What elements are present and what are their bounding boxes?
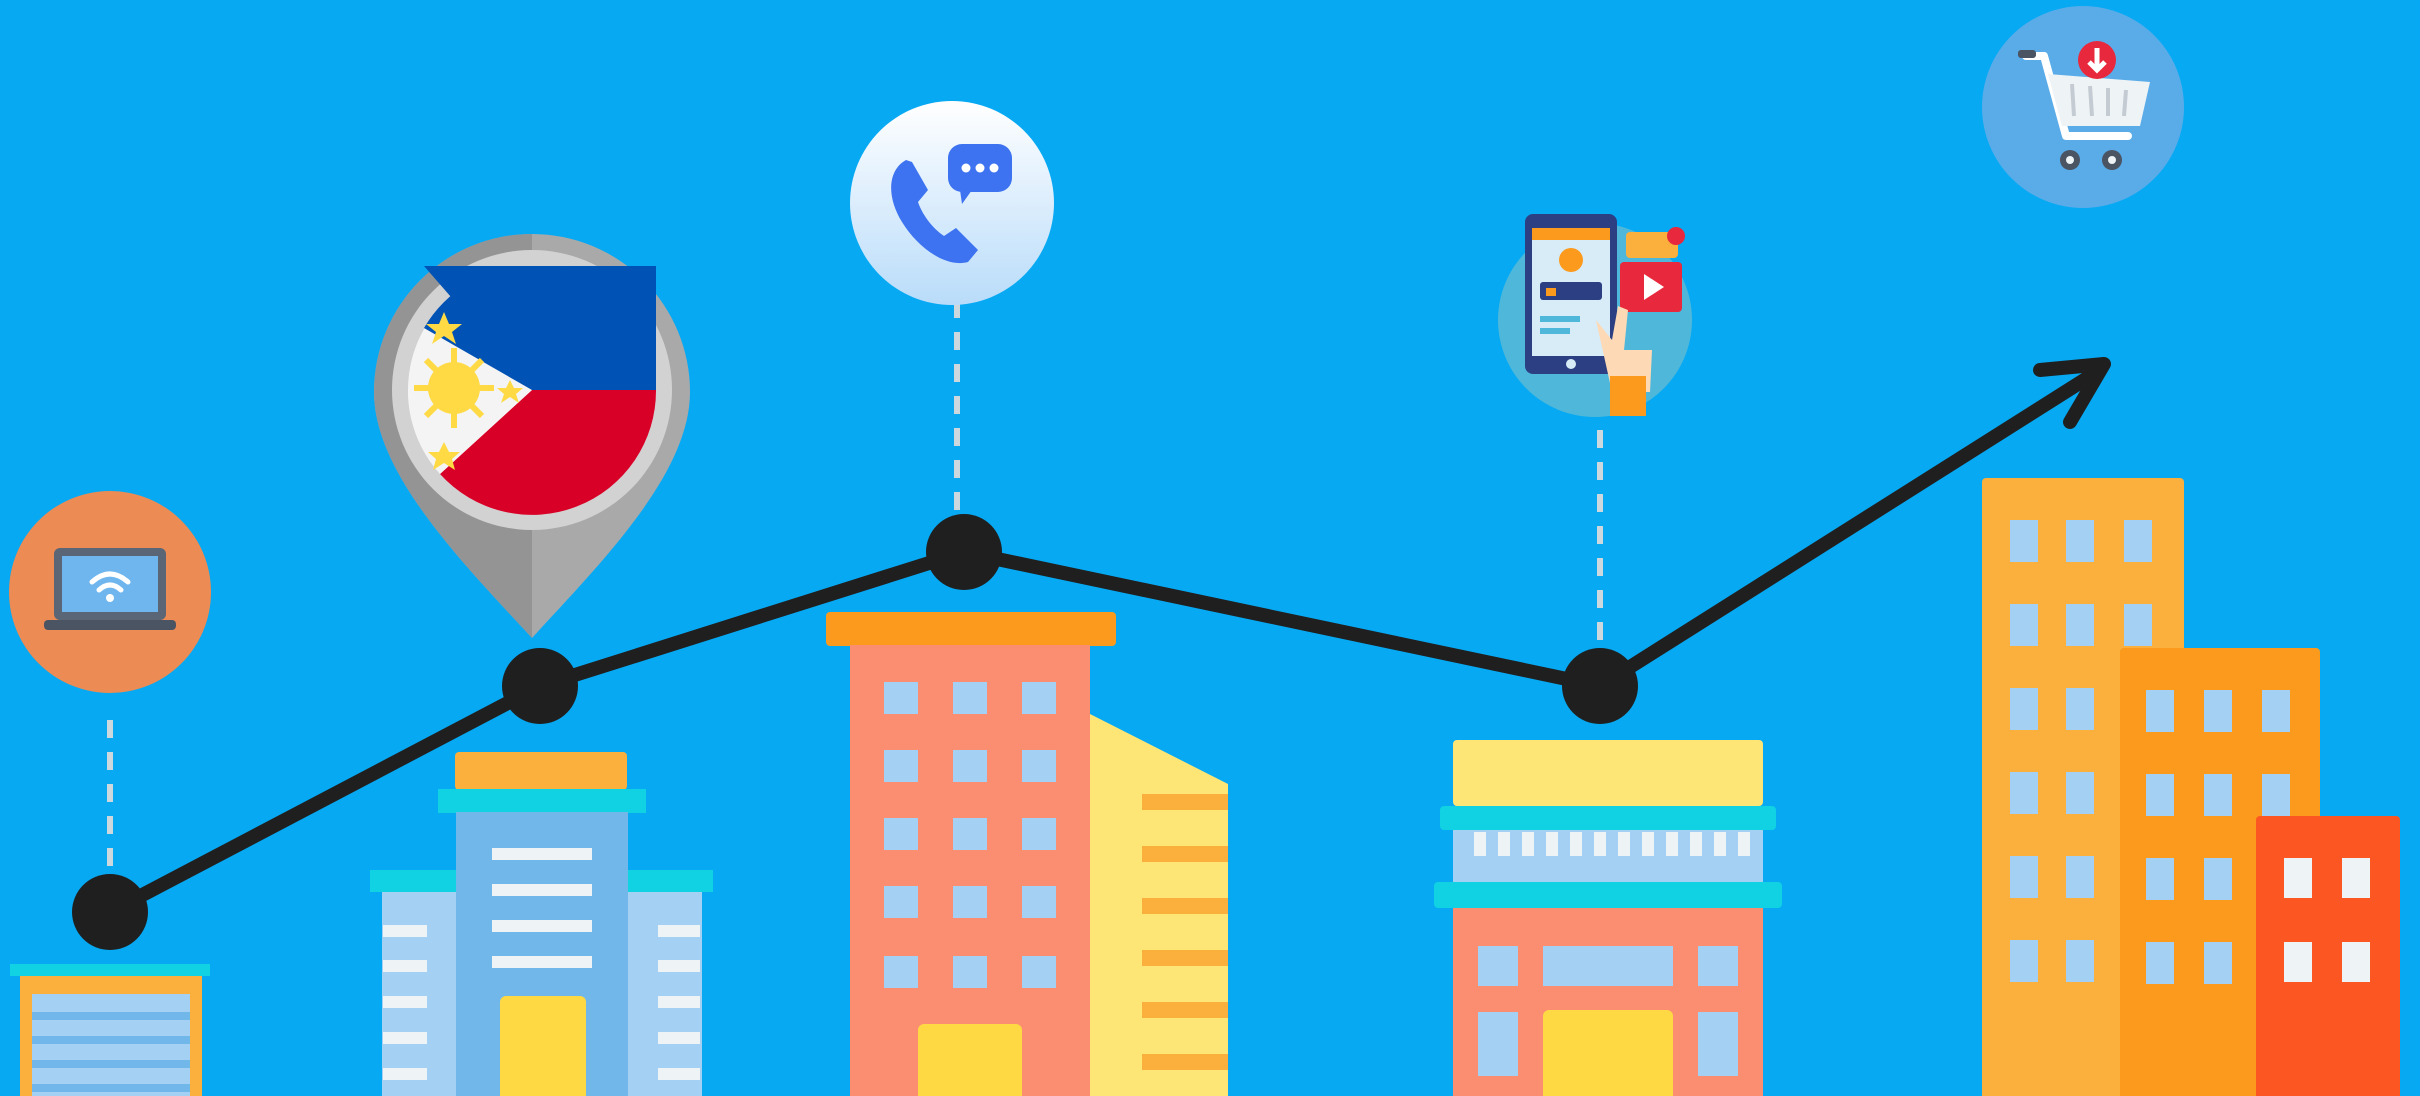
trend-node-1: [72, 874, 148, 950]
phone-chat-icon: [850, 101, 1054, 305]
shopping-cart-download-icon: [1982, 6, 2184, 208]
trend-node-4: [1562, 648, 1638, 724]
mobile-social-media-icon: [1498, 214, 1692, 417]
trend-node-3: [926, 514, 1002, 590]
building-1: [10, 964, 210, 1096]
trend-node-2: [502, 648, 578, 724]
laptop-wifi-icon: [9, 491, 211, 693]
building-7: [2256, 816, 2400, 1096]
building-4: [1434, 740, 1782, 1096]
growth-infographic: [0, 0, 2420, 1096]
